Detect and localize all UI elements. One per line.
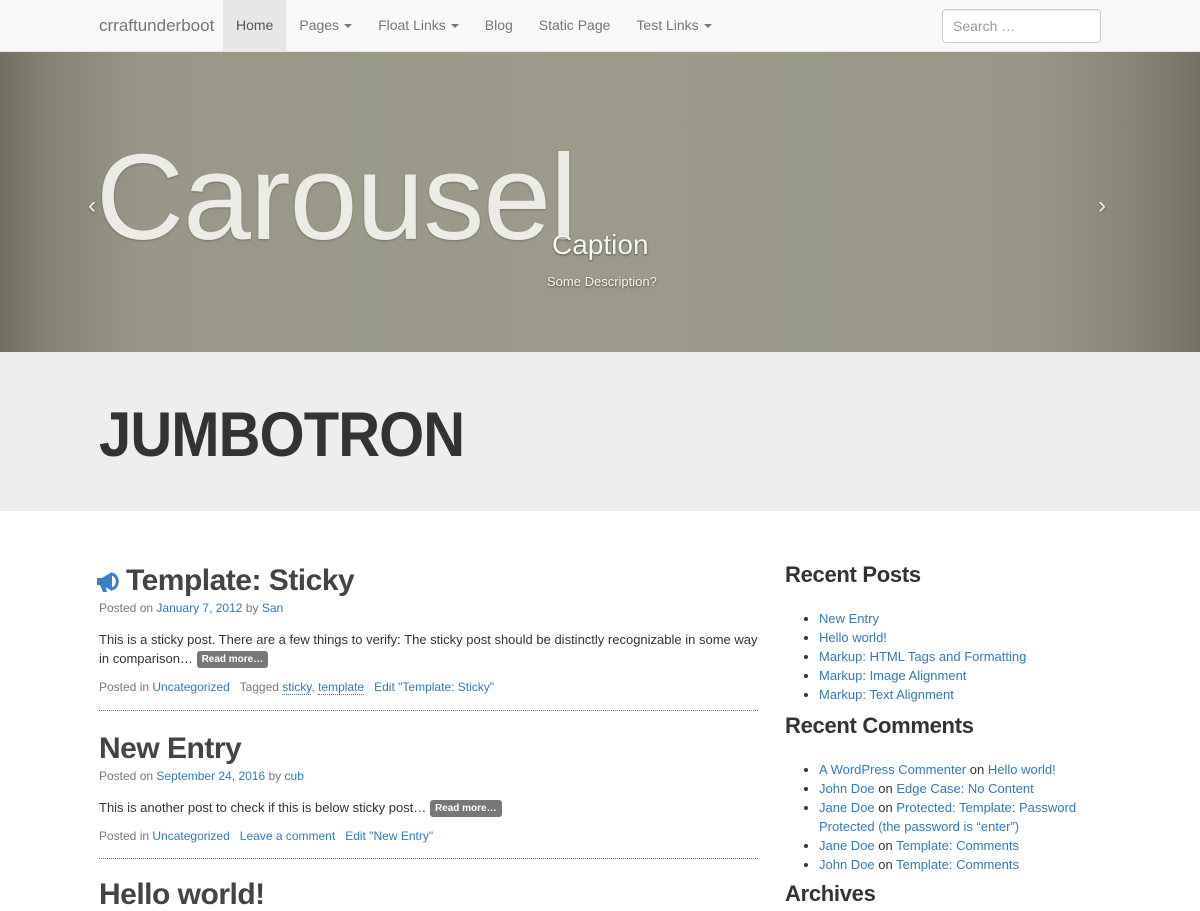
category-link[interactable]: Uncategorized xyxy=(152,680,229,694)
post-sticky: Template: Sticky Posted on January 7, 20… xyxy=(99,564,758,696)
on-label: on xyxy=(878,800,893,815)
post-hello-world: Hello world! xyxy=(99,880,758,910)
carousel: Carousel Caption Some Description? ‹ › xyxy=(0,52,1200,352)
widget-archives: Archives xyxy=(785,883,1105,905)
tag-link[interactable]: template xyxy=(318,680,365,696)
recent-post-link[interactable]: Hello world! xyxy=(819,630,887,645)
caret-down-icon xyxy=(450,24,459,29)
post-excerpt: This is another post to check if this is… xyxy=(99,798,758,818)
list-item: John Doe on Edge Case: No Content xyxy=(819,779,1085,798)
carousel-description: Some Description? xyxy=(547,274,657,289)
post-footer: Posted in Uncategorized Tagged sticky, t… xyxy=(99,680,495,696)
nav-item-home[interactable]: Home xyxy=(223,0,287,51)
nav-item-float-links[interactable]: Float Links xyxy=(365,0,472,51)
read-more-button[interactable]: Read more… xyxy=(429,800,502,818)
post-excerpt: This is a sticky post. There are a few t… xyxy=(99,630,758,669)
list-item: Markup: HTML Tags and Formatting xyxy=(819,647,1105,666)
nav-item-label: Float Links xyxy=(378,17,446,33)
comment-author-link[interactable]: John Doe xyxy=(819,857,875,872)
post-new-entry: New Entry Posted on September 24, 2016 b… xyxy=(99,734,758,843)
recent-posts-list: New Entry Hello world! Markup: HTML Tags… xyxy=(785,609,1105,704)
search-input[interactable] xyxy=(942,9,1101,43)
posted-in-label: Posted in xyxy=(99,829,150,844)
posted-on-label: Posted on xyxy=(99,769,154,783)
post-meta: Posted on January 7, 2012 by San xyxy=(99,601,758,615)
list-item: John Doe on Template: Comments xyxy=(819,855,1085,874)
on-label: on xyxy=(878,838,893,853)
caret-down-icon xyxy=(703,24,712,29)
author-link[interactable]: cub xyxy=(285,769,304,783)
tag-link[interactable]: sticky xyxy=(282,680,312,696)
nav-item-label: Pages xyxy=(299,17,340,33)
recent-comments-list: A WordPress Commenter on Hello world! Jo… xyxy=(785,760,1085,874)
jumbotron-title: JUMBOTRON xyxy=(99,400,465,470)
nav-item-pages[interactable]: Pages xyxy=(286,0,365,51)
widget-recent-comments: Recent Comments A WordPress Commenter on… xyxy=(785,715,1105,874)
navbar: crraftunderboot Home Pages Float Links B… xyxy=(0,0,1200,52)
read-more-button[interactable]: Read more… xyxy=(196,651,269,669)
list-item: Jane Doe on Template: Comments xyxy=(819,836,1085,855)
on-label: on xyxy=(878,857,893,872)
edit-post-link[interactable]: Edit "New Entry" xyxy=(345,829,433,843)
by-label: by xyxy=(245,601,259,615)
carousel-title: Carousel xyxy=(96,129,577,265)
post-title[interactable]: New Entry xyxy=(99,732,242,765)
caret-down-icon xyxy=(344,24,353,29)
brand-link[interactable]: crraftunderboot xyxy=(99,0,214,52)
widget-title: Recent Comments xyxy=(785,713,974,738)
post-meta: Posted on September 24, 2016 by cub xyxy=(99,769,758,783)
nav-item-test-links[interactable]: Test Links xyxy=(623,0,724,51)
on-label: on xyxy=(969,762,985,777)
comment-post-link[interactable]: Hello world! xyxy=(988,762,1056,777)
recent-post-link[interactable]: New Entry xyxy=(819,611,879,626)
nav-item-label: Home xyxy=(236,17,274,33)
nav-item-blog[interactable]: Blog xyxy=(472,0,526,51)
widget-title: Archives xyxy=(785,881,876,906)
on-label: on xyxy=(878,781,893,796)
post-title[interactable]: Hello world! xyxy=(99,878,265,911)
recent-post-link[interactable]: Markup: HTML Tags and Formatting xyxy=(819,649,1026,664)
list-item: Markup: Text Alignment xyxy=(819,685,1105,704)
comment-author-link[interactable]: Jane Doe xyxy=(819,800,875,815)
carousel-caption: Caption xyxy=(552,229,649,260)
posted-in-label: Posted in xyxy=(99,680,150,695)
nav-item-label: Static Page xyxy=(538,17,611,33)
recent-post-link[interactable]: Markup: Image Alignment xyxy=(819,668,966,683)
nav-item-label: Test Links xyxy=(636,17,699,33)
post-footer: Posted in Uncategorized Leave a comment … xyxy=(99,829,758,843)
list-item: Hello world! xyxy=(819,628,1105,647)
excerpt-text: This is another post to check if this is… xyxy=(99,800,427,815)
author-link[interactable]: San xyxy=(262,601,283,615)
jumbotron: JUMBOTRON xyxy=(0,352,1200,511)
nav-item-label: Blog xyxy=(484,17,513,33)
comment-author-link[interactable]: A WordPress Commenter xyxy=(819,762,966,777)
nav-item-static-page[interactable]: Static Page xyxy=(526,0,624,51)
category-link[interactable]: Uncategorized xyxy=(152,829,229,843)
widget-title: Recent Posts xyxy=(785,562,921,587)
leave-comment-link[interactable]: Leave a comment xyxy=(240,829,335,843)
list-item: New Entry xyxy=(819,609,1105,628)
nav-menu: Home Pages Float Links Blog Static Page … xyxy=(223,0,725,51)
recent-post-link[interactable]: Markup: Text Alignment xyxy=(819,687,954,702)
widget-recent-posts: Recent Posts New Entry Hello world! Mark… xyxy=(785,564,1105,704)
comment-post-link[interactable]: Edge Case: No Content xyxy=(896,781,1033,796)
comment-author-link[interactable]: John Doe xyxy=(819,781,875,796)
posted-on-label: Posted on xyxy=(99,601,154,615)
by-label: by xyxy=(268,769,282,783)
comment-author-link[interactable]: Jane Doe xyxy=(819,838,875,853)
list-item: Jane Doe on Protected: Template: Passwor… xyxy=(819,798,1085,836)
list-item: A WordPress Commenter on Hello world! xyxy=(819,760,1085,779)
edit-post-link[interactable]: Edit "Template: Sticky" xyxy=(374,680,494,694)
post-date-link[interactable]: January 7, 2012 xyxy=(156,601,242,615)
chevron-left-icon[interactable]: ‹ xyxy=(88,194,96,218)
post-separator xyxy=(99,710,758,711)
chevron-right-icon[interactable]: › xyxy=(1098,194,1106,218)
post-title[interactable]: Template: Sticky xyxy=(126,564,355,597)
post-separator xyxy=(99,858,758,859)
post-date-link[interactable]: September 24, 2016 xyxy=(156,769,265,783)
list-item: Markup: Image Alignment xyxy=(819,666,1105,685)
tagged-label: Tagged xyxy=(239,680,279,695)
comment-post-link[interactable]: Template: Comments xyxy=(896,838,1019,853)
comment-post-link[interactable]: Template: Comments xyxy=(896,857,1019,872)
